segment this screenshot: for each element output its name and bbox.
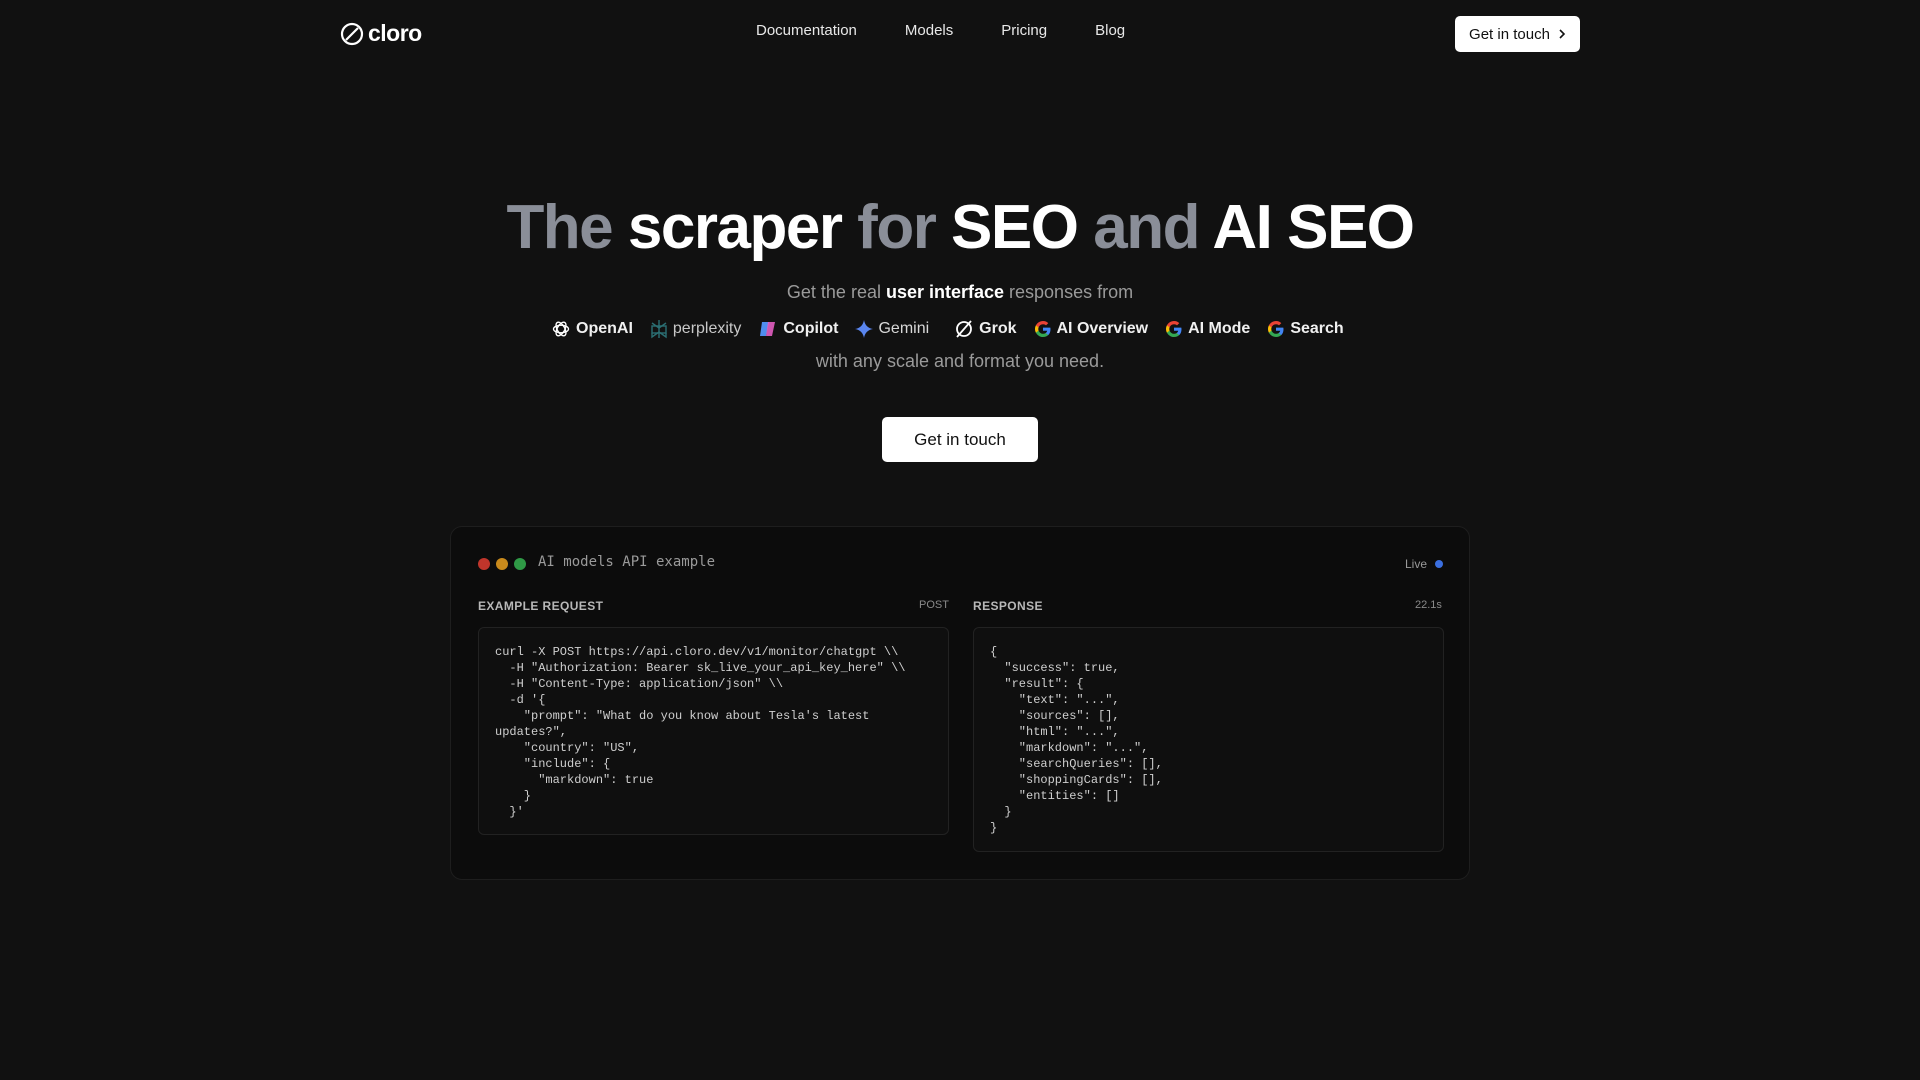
live-dot-icon xyxy=(1435,560,1443,568)
google-icon xyxy=(1268,321,1284,337)
brand-list: OpenAI perplexity Copilot Gemini Grok AI… xyxy=(551,316,1351,342)
brand-label: perplexity xyxy=(672,320,742,337)
landing-page: cloro Documentation Models Pricing Blog … xyxy=(0,0,1920,1080)
response-time: 22.1s xyxy=(1415,599,1442,611)
top-nav: cloro Documentation Models Pricing Blog … xyxy=(0,0,1920,66)
hero-get-in-touch-button[interactable]: Get in touch xyxy=(882,417,1038,462)
nav-link-blog[interactable]: Blog xyxy=(1095,22,1125,39)
logo[interactable]: cloro xyxy=(340,20,422,47)
live-label: Live xyxy=(1404,557,1427,571)
chevron-right-icon xyxy=(1559,29,1566,39)
hero-title-part: The xyxy=(506,193,628,262)
brand-ai-mode: AI Mode xyxy=(1165,320,1250,338)
openai-icon xyxy=(552,321,570,337)
window-dots xyxy=(478,558,526,570)
nav-link-documentation[interactable]: Documentation xyxy=(756,22,857,39)
hero-subtitle-tail: with any scale and format you need. xyxy=(815,351,1105,371)
request-method: POST xyxy=(919,599,949,611)
gemini-icon xyxy=(855,320,874,338)
brand-label: OpenAI xyxy=(576,320,633,337)
brand-label: AI Overview xyxy=(1056,320,1149,337)
cloro-logo-icon xyxy=(340,22,364,45)
logo-text: cloro xyxy=(368,20,422,46)
sub-strong: user interface xyxy=(885,282,1005,302)
nav-link-models[interactable]: Models xyxy=(905,22,953,39)
live-indicator: Live xyxy=(1405,557,1443,571)
response-code-block[interactable]: { "success": true, "result": { "text": "… xyxy=(973,627,1444,852)
hero-title: The scraper for SEO and AI SEO xyxy=(0,190,1920,266)
brand-perplexity: perplexity xyxy=(650,319,741,339)
hero-title-part: SEO xyxy=(951,193,1094,262)
sub-pre: Get the real xyxy=(786,282,886,302)
hero-subtitle: Get the real user interface responses fr… xyxy=(0,282,1920,303)
brand-copilot: Copilot xyxy=(758,319,838,339)
hero-title-part: AI SEO xyxy=(1212,193,1415,262)
nav-link-pricing[interactable]: Pricing xyxy=(1001,22,1047,39)
request-heading: EXAMPLE REQUEST xyxy=(478,599,604,613)
api-example-panel: AI models API example Live EXAMPLE REQUE… xyxy=(450,526,1470,880)
google-icon xyxy=(1034,321,1050,337)
copilot-icon xyxy=(760,322,776,336)
hero-title-part: for xyxy=(857,193,952,262)
hero-title-part: scraper xyxy=(627,193,858,262)
brand-search: Search xyxy=(1267,320,1344,338)
yellow-dot xyxy=(496,558,508,570)
response-heading: RESPONSE xyxy=(973,599,1043,613)
nav-cta-label: Get in touch xyxy=(1469,25,1550,43)
sub-post: responses from xyxy=(1004,282,1134,302)
panel-title: AI models API example xyxy=(538,554,716,570)
nav-links: Documentation Models Pricing Blog xyxy=(756,22,1125,39)
request-code-block[interactable]: curl -X POST https://api.cloro.dev/v1/mo… xyxy=(478,627,949,835)
grok-icon xyxy=(956,320,973,338)
brand-label: Copilot xyxy=(783,320,839,337)
brand-label: Grok xyxy=(979,320,1017,337)
red-dot xyxy=(478,558,490,570)
brand-label: Gemini xyxy=(878,320,930,337)
brand-ai-overview: AI Overview xyxy=(1034,320,1149,338)
brand-label: Search xyxy=(1290,320,1344,337)
brand-openai: OpenAI xyxy=(551,319,633,339)
brand-gemini: Gemini xyxy=(855,320,929,338)
green-dot xyxy=(514,558,526,570)
perplexity-icon xyxy=(651,320,667,339)
nav-get-in-touch-button[interactable]: Get in touch xyxy=(1455,16,1580,52)
brand-grok: Grok xyxy=(954,319,1017,339)
hero-title-part: and xyxy=(1093,193,1213,262)
google-icon xyxy=(1166,321,1182,337)
brand-label: AI Mode xyxy=(1188,320,1251,337)
